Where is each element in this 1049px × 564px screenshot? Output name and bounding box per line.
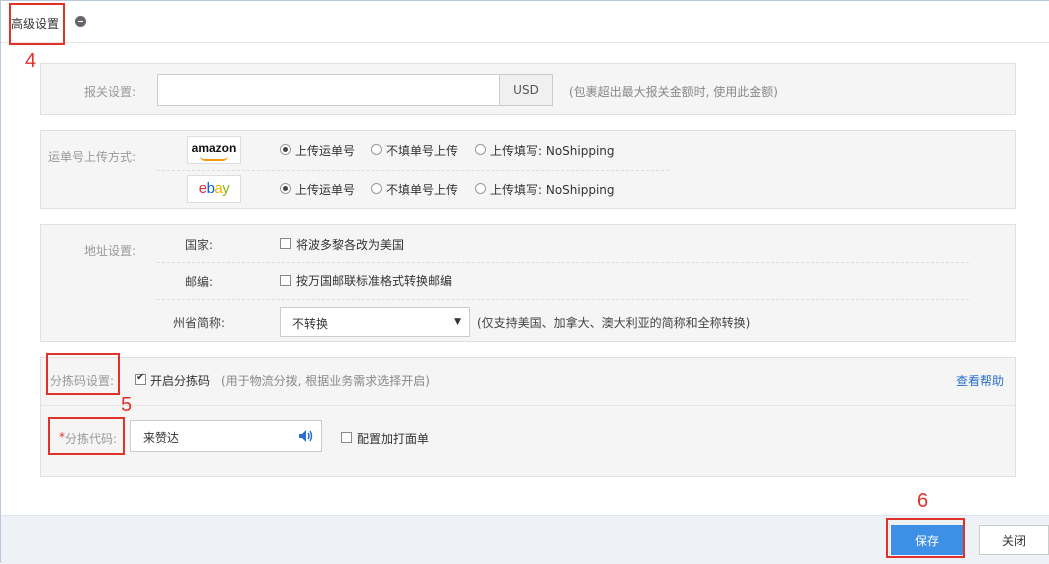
- state-hint: (仅支持美国、加拿大、澳大利亚的简称和全称转换): [477, 316, 751, 330]
- amazon-logo: amazon: [187, 136, 241, 164]
- annotation-box-save: [886, 518, 965, 558]
- ebay-option-2: 不填单号上传: [386, 183, 459, 197]
- collapse-icon[interactable]: [75, 16, 86, 27]
- sorting-code-value: 来赞达: [143, 431, 180, 445]
- country-option: 将波多黎各改为美国: [296, 238, 405, 252]
- ebay-option-3: 上传填写: NoShipping: [490, 183, 615, 197]
- annotation-box-sorting-label: [46, 353, 120, 395]
- annotation-number-6: 6: [917, 490, 929, 512]
- address-divider-2: [157, 299, 969, 300]
- state-label: 州省简称:: [173, 316, 226, 330]
- currency-addon: USD: [499, 74, 553, 106]
- sorting-enable-label: 开启分拣码: [150, 374, 211, 388]
- amazon-option-1: 上传运单号: [295, 144, 356, 158]
- country-label: 国家:: [185, 238, 214, 252]
- speaker-icon[interactable]: [298, 429, 314, 443]
- customs-label: 报关设置:: [84, 85, 137, 99]
- sorting-enable-hint: (用于物流分拨, 根据业务需求选择开启): [221, 374, 430, 388]
- address-label: 地址设置:: [84, 244, 137, 258]
- amazon-radio-no-tracking[interactable]: [371, 144, 382, 155]
- annotation-box-4: [9, 3, 65, 45]
- dropdown-caret-icon: ▼: [454, 317, 461, 327]
- state-select-value: 不转换: [292, 317, 329, 331]
- annotation-number-5: 5: [121, 394, 133, 416]
- zip-label: 邮编:: [185, 275, 214, 289]
- country-checkbox[interactable]: [280, 238, 291, 249]
- address-divider-1: [157, 262, 969, 263]
- zip-checkbox[interactable]: [280, 275, 291, 286]
- amazon-smile-icon: [200, 156, 228, 161]
- ebay-logo: ebay: [187, 175, 241, 203]
- ebay-radio-noshipping[interactable]: [475, 183, 486, 194]
- ebay-option-1: 上传运单号: [295, 183, 356, 197]
- sorting-panel: 分拣码设置: 开启分拣码 (用于物流分拨, 根据业务需求选择开启) 查看帮助 *…: [40, 357, 1016, 477]
- advanced-settings-header: 高级设置: [1, 1, 1049, 43]
- amazon-radio-noshipping[interactable]: [475, 144, 486, 155]
- print-config-checkbox[interactable]: [341, 432, 352, 443]
- state-select[interactable]: 不转换 ▼: [280, 307, 470, 337]
- sorting-enable-checkbox[interactable]: [135, 372, 146, 385]
- dialog-frame: 高级设置 4 报关设置: USD (包裹超出最大报关金额时, 使用此金额) 运单…: [0, 0, 1049, 564]
- amazon-radio-upload-tracking[interactable]: [280, 144, 291, 155]
- address-panel: 地址设置: 国家: 将波多黎各改为美国 邮编: 按万国邮联标准格式转换邮编 州省…: [40, 224, 1016, 342]
- tracking-panel: 运单号上传方式: amazon 上传运单号 不填单号上传 上传填写: NoShi…: [40, 130, 1016, 209]
- tracking-divider: [157, 170, 669, 171]
- annotation-box-sorting-code: [48, 417, 125, 455]
- customs-panel: 报关设置: USD (包裹超出最大报关金额时, 使用此金额): [40, 63, 1016, 115]
- amazon-option-3: 上传填写: NoShipping: [490, 144, 615, 158]
- close-button[interactable]: 关闭: [979, 525, 1049, 555]
- amazon-option-2: 不填单号上传: [386, 144, 459, 158]
- ebay-radio-upload-tracking[interactable]: [280, 183, 291, 194]
- sorting-divider: [41, 405, 1015, 406]
- print-config-label: 配置加打面单: [357, 432, 430, 446]
- tracking-label: 运单号上传方式:: [48, 150, 137, 164]
- customs-amount-input[interactable]: [157, 74, 500, 106]
- help-link[interactable]: 查看帮助: [956, 372, 1004, 389]
- zip-option: 按万国邮联标准格式转换邮编: [296, 274, 453, 288]
- customs-hint: (包裹超出最大报关金额时, 使用此金额): [569, 85, 778, 99]
- ebay-radio-no-tracking[interactable]: [371, 183, 382, 194]
- sorting-code-input[interactable]: 来赞达: [130, 420, 322, 452]
- annotation-number-4: 4: [25, 50, 37, 72]
